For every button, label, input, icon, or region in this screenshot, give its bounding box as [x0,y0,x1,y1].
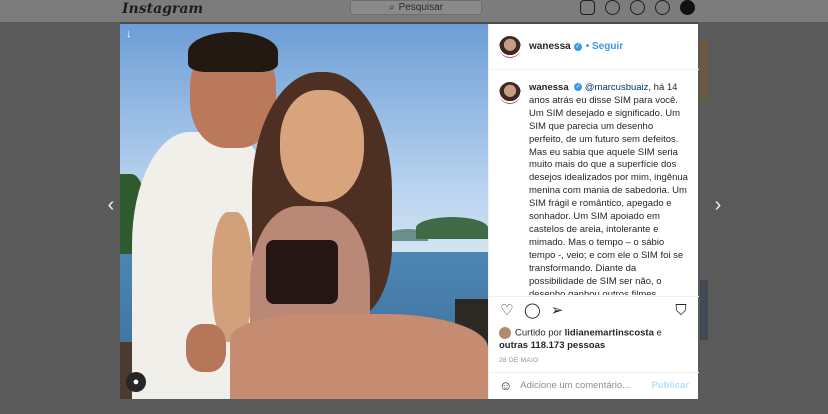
next-post-arrow-icon[interactable]: › [711,195,725,215]
avatar[interactable] [499,82,521,104]
top-navbar: Instagram ⌕ Pesquisar [0,0,828,22]
search-box[interactable]: ⌕ Pesquisar [350,0,482,15]
avatar[interactable] [499,35,521,58]
photo-dress-skirt [230,314,488,399]
liker-username-link[interactable]: lidianemartinscosta [565,328,654,339]
download-arrow-icon[interactable]: ↓ [126,28,132,40]
action-icons: ♡ ◯ ➢ ⛉ [499,303,689,321]
follow-button[interactable]: • Seguir [586,41,623,52]
nav-icons [580,0,695,15]
verified-badge-icon: ✓ [574,83,583,92]
post-date[interactable]: 28 DE MAIO [499,357,538,364]
photo-island [416,217,488,239]
post-header: wanessa ✓ • Seguir [489,24,699,70]
photo-woman-arm [212,212,252,342]
feed-thumbnail [700,280,708,340]
search-icon: ⌕ [388,2,395,13]
post-caption: wanessa ✓ @marcusbuaiz, há 14 anos atrás… [529,82,689,295]
instagram-logo[interactable]: Instagram [122,1,203,17]
caption-username[interactable]: wanessa [529,82,569,93]
feed-thumbnail [700,40,708,100]
user-tag-icon[interactable]: ● [126,372,146,392]
comment-input[interactable] [520,379,641,391]
likes-prefix: Curtido por [515,327,562,339]
profile-avatar[interactable] [680,0,695,15]
post-author-username[interactable]: wanessa [529,41,571,52]
like-heart-icon[interactable]: ♡ [499,303,515,319]
search-placeholder: Pesquisar [398,2,444,13]
liker-avatar [499,327,511,339]
photo-man-hand [186,324,226,372]
other-likes-link[interactable]: outras 118.173 pessoas [499,340,605,351]
follow-label: Seguir [591,41,624,52]
share-icon[interactable]: ➢ [549,303,565,319]
emoji-icon[interactable]: ☺ [499,378,512,393]
caption-section: wanessa ✓ @marcusbuaiz, há 14 anos atrás… [489,70,699,295]
photo-man-hair [188,32,278,72]
post-side-panel: wanessa ✓ • Seguir wanessa ✓ @marcusbuai… [488,24,699,399]
publish-button[interactable]: Publicar [652,380,690,391]
post-modal: ↓ ● wanessa ✓ • Seguir wanessa ✓ @marcus… [120,24,699,399]
verified-badge-icon: ✓ [573,42,582,51]
post-photo[interactable]: ↓ ● [120,24,488,399]
heart-icon[interactable] [655,0,670,15]
likes-summary: Curtido por lidianemartinscosta e outras… [499,327,689,353]
explore-icon[interactable] [630,0,645,15]
comment-form: ☺ Publicar [489,372,699,397]
photo-dress-top [266,240,338,304]
likes-connector: e [656,327,662,339]
caption-body: , há 14 anos atrás eu disse SIM para voc… [529,82,688,295]
bookmark-icon[interactable]: ⛉ [673,303,689,319]
photo-woman-face [280,90,364,202]
messenger-icon[interactable] [605,0,620,15]
caption-mention-link[interactable]: @marcusbuaiz [585,82,649,93]
previous-post-arrow-icon[interactable]: ‹ [104,195,118,215]
comment-icon[interactable]: ◯ [524,303,541,319]
home-icon[interactable] [580,0,595,15]
post-actions: ♡ ◯ ➢ ⛉ Curtido por lidianemartinscosta … [489,296,699,396]
